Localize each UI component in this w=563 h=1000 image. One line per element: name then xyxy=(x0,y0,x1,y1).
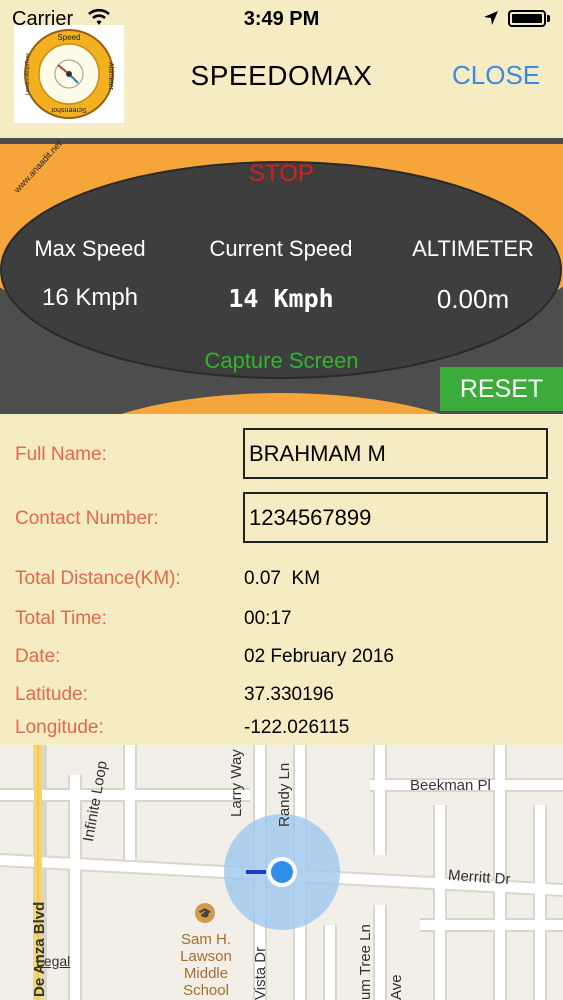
total-time-label: Total Time: xyxy=(15,608,107,629)
longitude-value: -122.026115 xyxy=(244,717,350,738)
battery-icon xyxy=(508,10,546,27)
contact-number-label: Contact Number: xyxy=(15,508,159,529)
map-view[interactable]: 🎓 Infinite Loop Larry Way Randy Ln Beekm… xyxy=(0,745,563,1000)
street-plum-tree-ln: um Tree Ln xyxy=(357,924,374,1000)
street-larry-way: Larry Way xyxy=(228,749,245,817)
map-legal-link[interactable]: Legal xyxy=(36,953,70,969)
close-button[interactable]: CLOSE xyxy=(452,60,540,91)
logo-text-bottom: Screenshot xyxy=(51,106,86,113)
street-randy-ln: Randy Ln xyxy=(276,762,293,827)
reset-button[interactable]: RESET xyxy=(440,367,563,411)
date-value: 02 February 2016 xyxy=(244,646,394,667)
street-beekman-pl: Beekman Pl xyxy=(410,777,491,794)
longitude-label: Longitude: xyxy=(15,717,104,738)
school-line-4: School xyxy=(183,982,229,999)
max-speed-value: 16 Kmph xyxy=(41,284,139,311)
full-name-label: Full Name: xyxy=(15,444,107,465)
altimeter-label: ALTIMETER xyxy=(412,236,534,261)
logo-text-top: Speed xyxy=(57,33,80,42)
latitude-value: 37.330196 xyxy=(244,684,334,705)
battery-tip-icon xyxy=(547,15,550,22)
current-speed-value: 14 Kmph xyxy=(228,284,334,313)
date-label: Date: xyxy=(15,646,61,667)
total-time-value: 00:17 xyxy=(244,608,292,629)
total-distance-value: 0.07 KM xyxy=(244,568,321,589)
school-line-3: Middle xyxy=(183,965,229,982)
street-de-anza-blvd: De Anza Blvd xyxy=(31,901,48,997)
contact-number-field[interactable] xyxy=(243,492,548,543)
full-name-field[interactable] xyxy=(243,428,548,479)
school-label: Sam H. Lawson Middle School xyxy=(170,931,242,999)
altimeter-value: 0.00m xyxy=(436,284,510,314)
location-arrow-icon xyxy=(483,10,499,31)
stop-button[interactable]: STOP xyxy=(0,160,563,188)
school-line-2: Lawson xyxy=(180,948,232,965)
latitude-label: Latitude: xyxy=(15,684,88,705)
svg-text:🎓: 🎓 xyxy=(198,907,212,920)
street-ave: Ave xyxy=(388,974,405,1000)
max-speed-label: Max Speed xyxy=(34,236,146,261)
speedometer-panel: www.anaadit.net STOP Max Speed Current S… xyxy=(0,138,563,414)
total-distance-label: Total Distance(KM): xyxy=(15,568,181,589)
street-vista-dr: Vista Dr xyxy=(252,946,269,1000)
school-line-1: Sam H. xyxy=(180,931,231,948)
current-speed-label: Current Speed xyxy=(209,236,353,261)
